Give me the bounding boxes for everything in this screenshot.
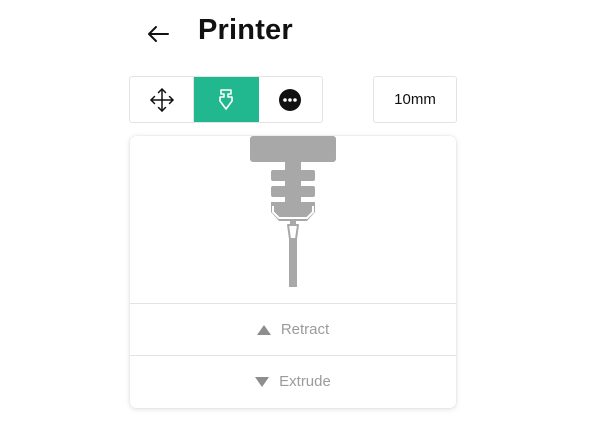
step-size-button[interactable]: 10mm: [373, 76, 457, 123]
more-options-button[interactable]: [259, 77, 322, 122]
print-nozzle-icon: [250, 136, 336, 287]
mode-selector: [129, 76, 323, 123]
arrow-left-icon: [148, 26, 169, 42]
triangle-up-icon: [256, 324, 271, 335]
extruder-icon: [219, 88, 233, 110]
triangle-down-icon: [255, 376, 270, 387]
printer-screen: Printer 10mm Retract Extrude: [0, 0, 592, 444]
move-mode-button[interactable]: [130, 77, 195, 122]
retract-label: Retract: [280, 321, 330, 338]
page-title: Printer: [198, 14, 293, 46]
extrude-label: Extrude: [279, 373, 331, 390]
back-button[interactable]: [142, 20, 174, 48]
extrude-button[interactable]: Extrude: [130, 356, 456, 407]
nozzle-illustration: [130, 136, 456, 304]
extruder-mode-button[interactable]: [194, 77, 259, 122]
retract-button[interactable]: Retract: [130, 304, 456, 356]
move-arrows-icon: [149, 87, 174, 112]
extruder-panel: Retract Extrude: [130, 136, 456, 408]
more-dots-icon: [279, 88, 302, 111]
